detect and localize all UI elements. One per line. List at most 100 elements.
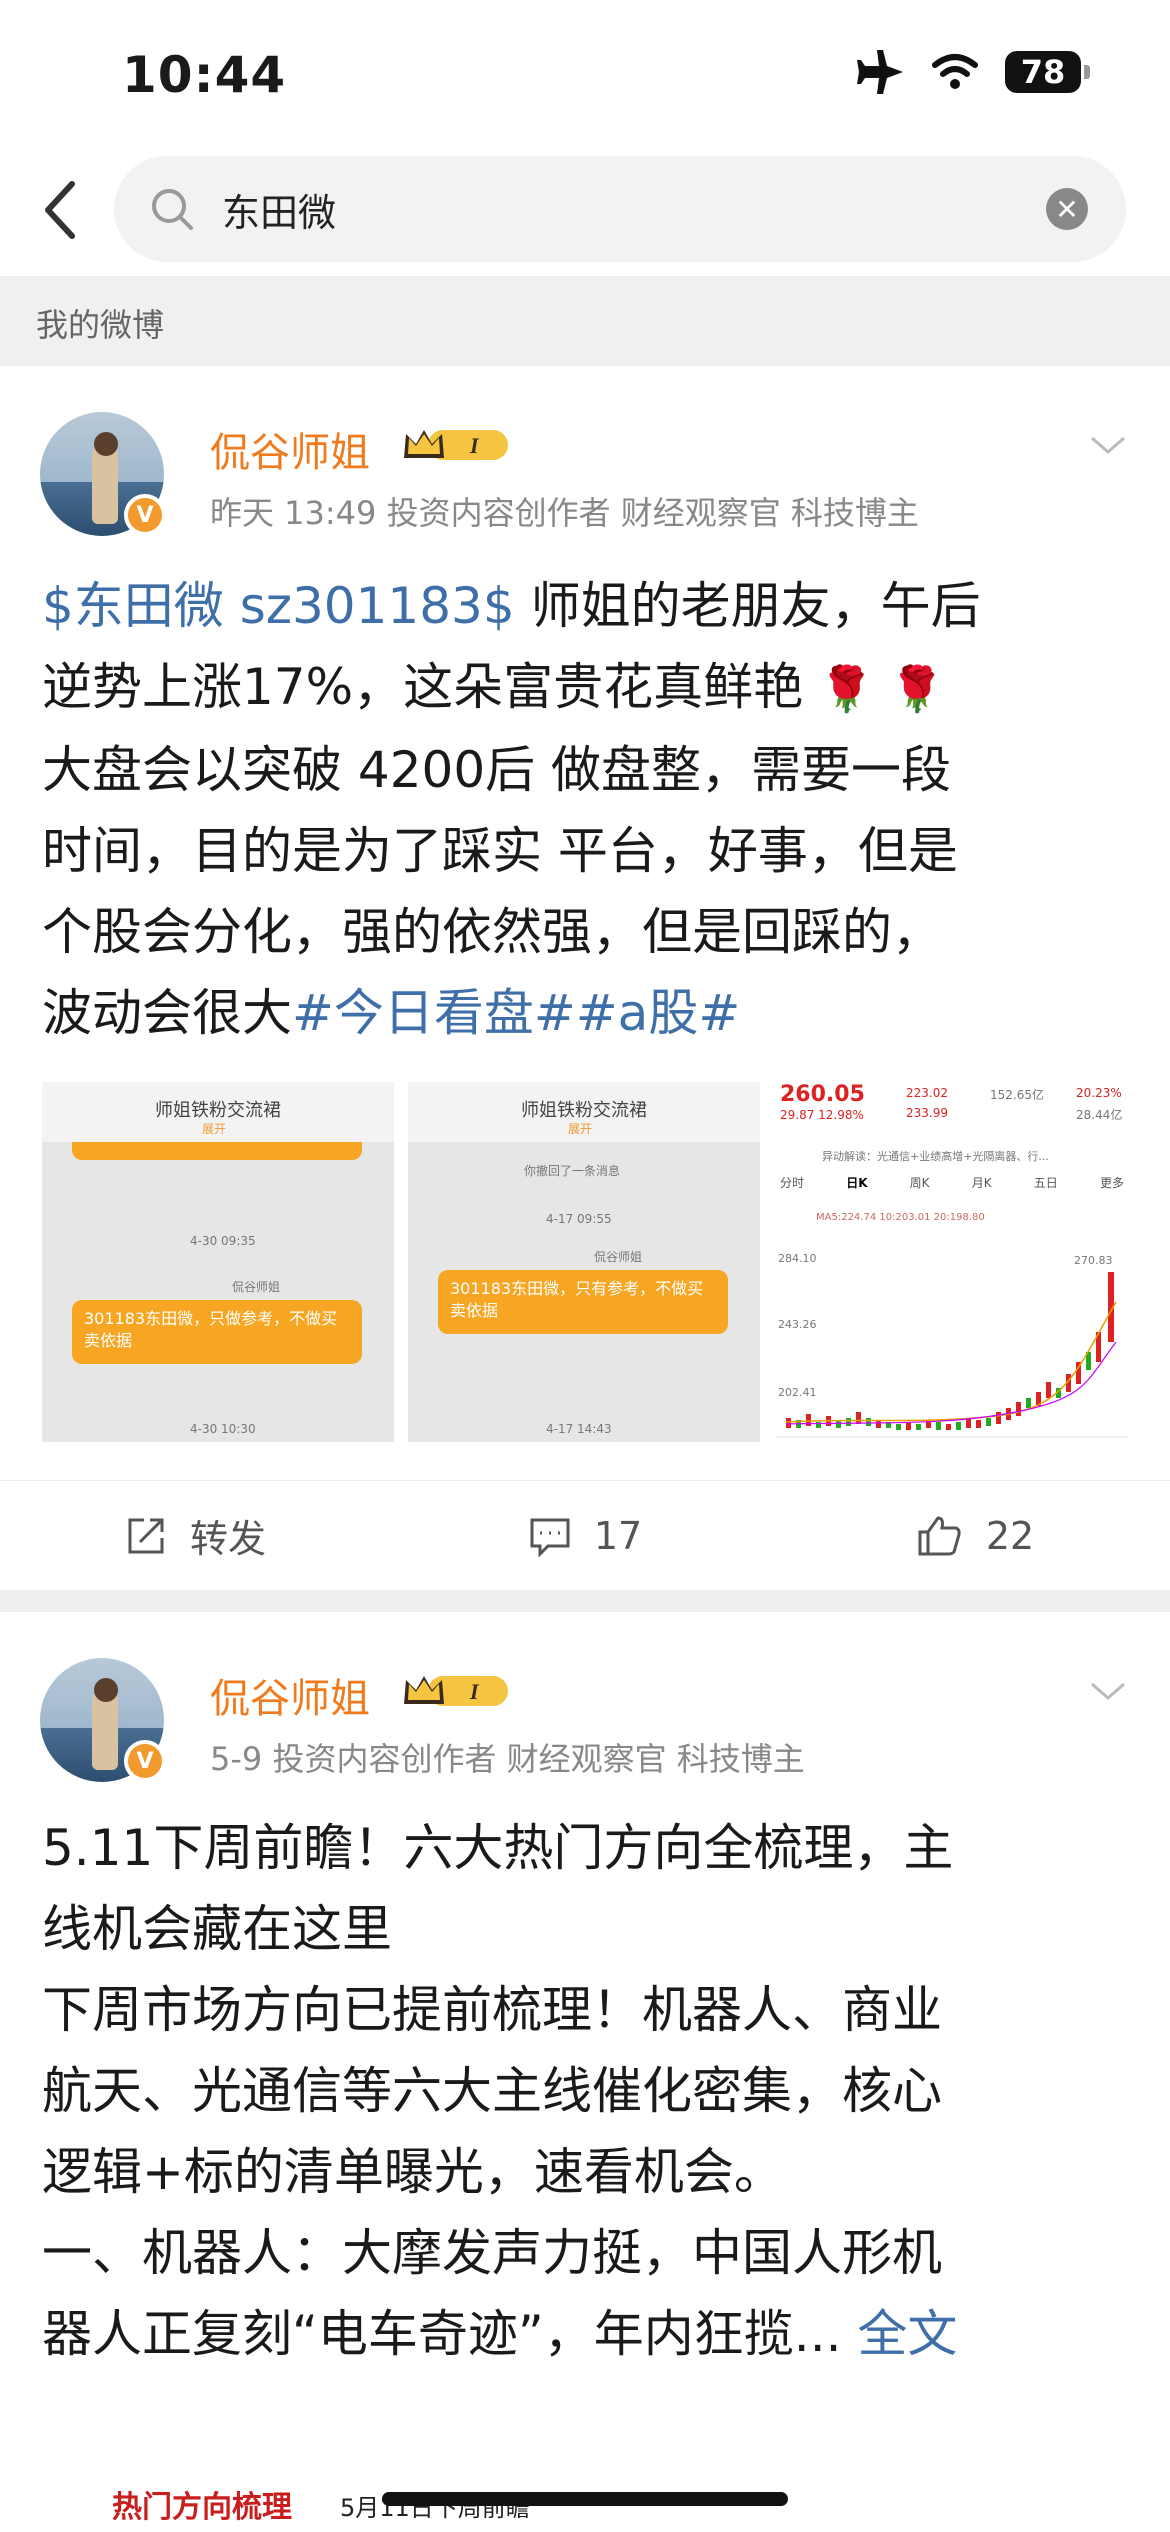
chat-sender: 侃谷师姐	[232, 1280, 281, 1294]
stock-price: 260.05	[780, 1082, 865, 1107]
stock-ratio: 20.23%	[1076, 1086, 1122, 1100]
chat-bubble: 301183东田微，只做参考，不做买卖依据	[72, 1300, 362, 1364]
weibo-post[interactable]: V 侃谷师姐 I 昨天 13:49 投资内容创作者 财经观察官 科技博主 $东田…	[0, 366, 1170, 1590]
post-body: $东田微 sz301183$ 师姐的老朋友，午后 逆势上涨17%，这朵富贵花真鲜…	[42, 566, 1132, 1054]
chart-tab[interactable]: 更多	[1100, 1174, 1124, 1191]
chat-timestamp: 4-30 10:30	[190, 1422, 256, 1436]
chevron-left-icon	[45, 181, 75, 239]
chat-title: 师姐铁粉交流裙	[521, 1100, 647, 1121]
wifi-icon	[932, 54, 978, 89]
post-divider	[0, 1590, 1170, 1612]
chat-recall-notice: 你撤回了一条消息	[524, 1164, 621, 1178]
status-time: 10:44	[122, 46, 287, 104]
post-line: 波动会很大	[42, 984, 292, 1042]
verified-badge-icon: V	[124, 494, 166, 536]
chat-timestamp: 4-30 09:35	[190, 1234, 256, 1248]
chart-ma-line: MA5:224.74 10:203.01 20:198.80	[816, 1212, 985, 1223]
airplane-icon	[857, 50, 903, 94]
post-image[interactable]: 260.05 29.87 12.98% 223.02 233.99 152.65…	[776, 1082, 1128, 1442]
comment-icon	[530, 1518, 570, 1558]
search-input[interactable]: 东田微 ✕	[114, 156, 1126, 262]
stock-low: 233.99	[906, 1106, 948, 1120]
repost-label: 转发	[189, 1517, 266, 1561]
chart-tab[interactable]: 日K	[846, 1174, 867, 1191]
stock-circ: 152.65亿	[990, 1088, 1044, 1102]
post-line: 大盘会以突破 4200后 做盘整，需要一段	[42, 741, 952, 799]
chat-sender: 侃谷师姐	[594, 1250, 643, 1264]
member-crown-icon: I	[404, 1676, 508, 1706]
thumbs-up-icon	[918, 1515, 961, 1555]
chevron-down-icon[interactable]	[1088, 430, 1128, 460]
chat-subtitle: 展开	[202, 1122, 227, 1136]
stock-high: 223.02	[906, 1086, 948, 1100]
comment-button[interactable]: 17	[390, 1514, 780, 1558]
weibo-post[interactable]: V 侃谷师姐 I 5-9 投资内容创作者 财经观察官 科技博主 5.11下周前瞻…	[0, 1612, 1170, 2532]
post-line: 逻辑+标的清单曝光，速看机会。	[42, 2143, 784, 2201]
hashtag-link[interactable]: #今日看盘##a股#	[292, 984, 740, 1042]
section-title: 我的微博	[36, 306, 165, 344]
stock-tag-link[interactable]: $东田微 sz301183$	[42, 577, 515, 635]
post-time: 5-9	[210, 1740, 263, 1778]
post-line: 器人正复刻“电车奇迹”，年内狂揽...	[42, 2305, 842, 2363]
post-actions: 转发 17 22	[0, 1480, 1170, 1590]
preview-title: 热门方向梳理	[112, 2490, 292, 2525]
post-body: 5.11下周前瞻！六大热门方向全梳理，主 线机会藏在这里 下周市场方向已提前梳理…	[42, 1808, 1132, 2375]
article-preview[interactable]: 热门方向梳理 5月11日下周前瞻	[42, 2432, 1132, 2532]
post-time: 昨天 13:49	[210, 494, 377, 532]
status-icons: 78	[857, 50, 1090, 94]
post-image[interactable]: 师姐铁粉交流裙 展开 4-30 09:35 侃谷师姐 301183东田微，只做参…	[42, 1082, 394, 1442]
post-line: 线机会藏在这里	[42, 1900, 392, 1958]
stock-banner: 异动解读：光通信+业绩高增+光隔离器、行...	[822, 1150, 1049, 1163]
chevron-down-icon[interactable]	[1088, 1676, 1128, 1706]
search-query[interactable]: 东田微	[222, 182, 1046, 237]
chart-tab[interactable]: 分时	[780, 1174, 804, 1191]
like-button[interactable]: 22	[780, 1514, 1170, 1558]
section-header: 我的微博	[0, 276, 1170, 366]
rose-icon: 🌹	[889, 664, 945, 715]
chart-tabs: 分时 日K 周K 月K 五日 更多	[780, 1174, 1124, 1191]
repost-button[interactable]: 转发	[0, 1508, 390, 1563]
full-text-link[interactable]: 全文	[857, 2305, 957, 2363]
chat-subtitle: 展开	[568, 1122, 593, 1136]
post-meta: 5-9 投资内容创作者 财经观察官 科技博主	[210, 1734, 805, 1780]
post-line: 师姐的老朋友，午后	[514, 577, 981, 635]
candles	[786, 1272, 1114, 1430]
status-bar: 10:44 78	[0, 0, 1170, 150]
chat-title: 师姐铁粉交流裙	[155, 1100, 281, 1121]
like-count: 22	[985, 1513, 1035, 1558]
post-line: 下周市场方向已提前梳理！机器人、商业	[42, 1981, 942, 2039]
post-image[interactable]: 师姐铁粉交流裙 展开 你撤回了一条消息 4-17 09:55 侃谷师姐 3011…	[408, 1082, 760, 1442]
author-tags: 投资内容创作者 财经观察官 科技博主	[272, 1740, 805, 1778]
image-grid: 师姐铁粉交流裙 展开 4-30 09:35 侃谷师姐 301183东田微，只做参…	[42, 1082, 1128, 1442]
author-name[interactable]: 侃谷师姐	[210, 420, 370, 478]
battery-icon: 78	[1005, 51, 1090, 93]
home-indicator[interactable]	[382, 2492, 788, 2506]
back-button[interactable]	[30, 172, 90, 248]
clear-search-button[interactable]: ✕	[1046, 188, 1088, 230]
stock-mcap: 28.44亿	[1076, 1108, 1123, 1122]
verified-badge-icon: V	[124, 1740, 166, 1782]
candlestick-chart	[776, 1272, 1128, 1438]
close-icon: ✕	[1055, 192, 1079, 226]
comment-count: 17	[593, 1513, 643, 1558]
author-name[interactable]: 侃谷师姐	[210, 1666, 370, 1724]
post-meta: 昨天 13:49 投资内容创作者 财经观察官 科技博主	[210, 488, 919, 534]
post-line: 航天、光通信等六大主线催化密集，核心	[42, 2062, 942, 2120]
share-icon	[128, 1518, 164, 1553]
battery-level: 78	[1005, 51, 1081, 93]
chart-tab[interactable]: 月K	[972, 1174, 992, 1191]
chart-tab[interactable]: 周K	[910, 1174, 930, 1191]
post-line: 逆势上涨17%，这朵富贵花真鲜艳	[42, 658, 804, 716]
chart-tab[interactable]: 五日	[1034, 1174, 1058, 1191]
level-badge: I	[469, 433, 480, 458]
post-line: 时间，目的是为了踩实 平台，好事，但是	[42, 822, 958, 880]
level-badge: I	[469, 1679, 480, 1704]
author-tags: 投资内容创作者 财经观察官 科技博主	[386, 494, 919, 532]
chat-timestamp: 4-17 14:43	[546, 1422, 612, 1436]
chat-timestamp: 4-17 09:55	[546, 1212, 612, 1226]
search-icon	[144, 181, 200, 237]
post-line: 一、机器人：大摩发声力挺，中国人形机	[42, 2224, 942, 2282]
post-line: 5.11下周前瞻！六大热门方向全梳理，主	[42, 1819, 954, 1877]
stock-change: 29.87 12.98%	[780, 1108, 864, 1122]
post-line: 个股会分化，强的依然强，但是回踩的，	[42, 903, 942, 961]
